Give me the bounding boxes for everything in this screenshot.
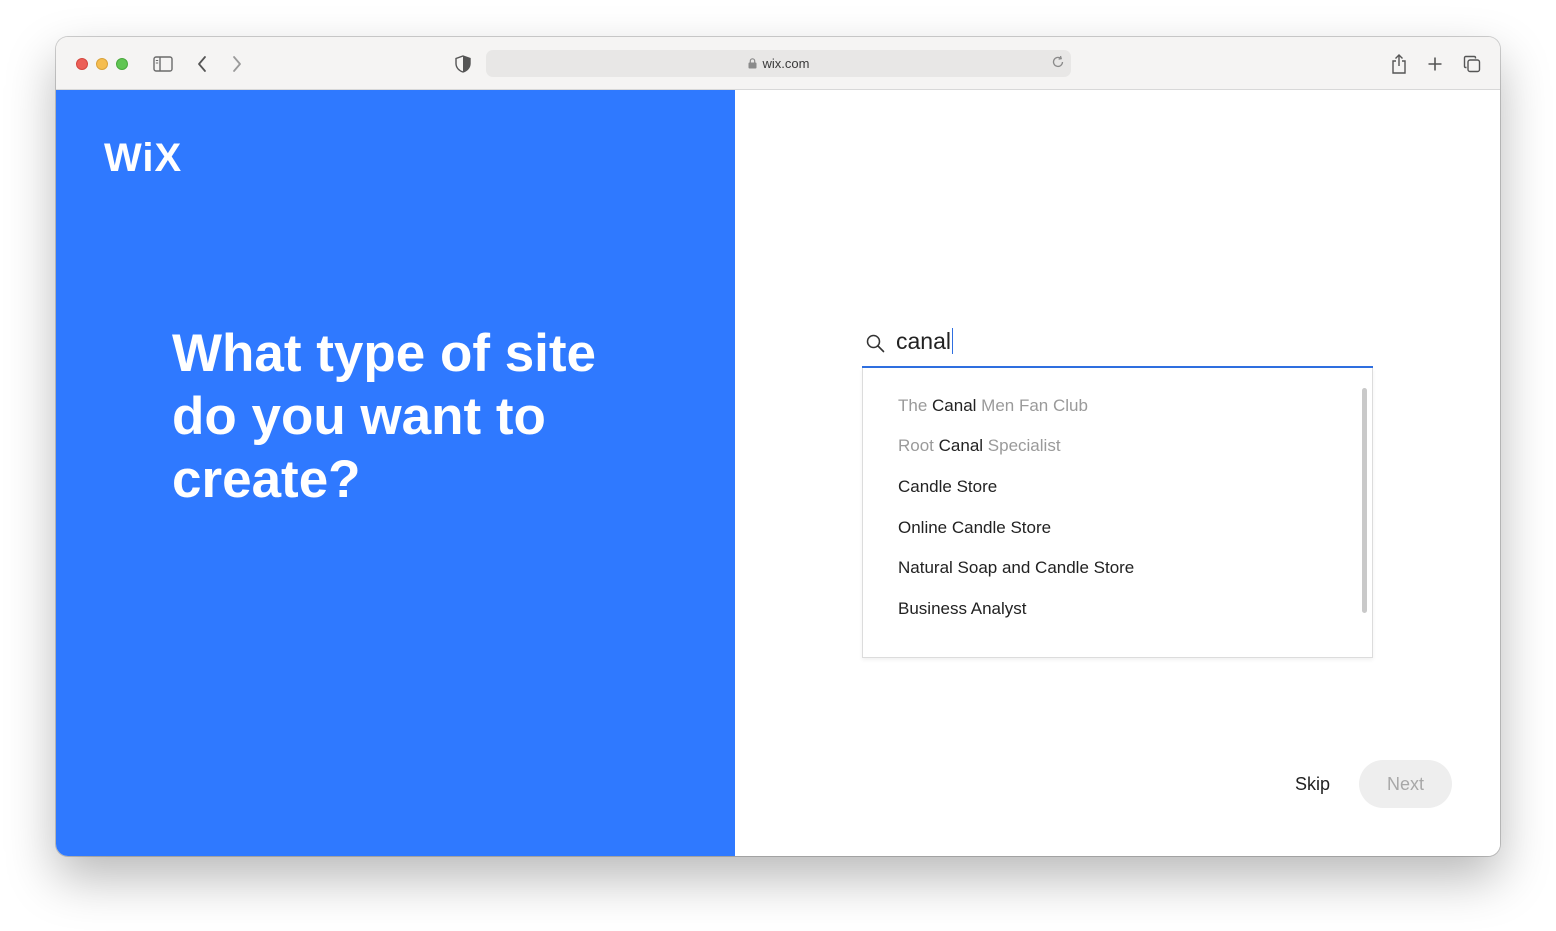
- intro-panel: WiX What type of site do you want to cre…: [56, 90, 735, 856]
- site-type-panel: canal The Canal Men Fan Club Root Canal …: [735, 90, 1500, 856]
- next-button[interactable]: Next: [1359, 760, 1452, 808]
- sidebar-toggle-icon[interactable]: [152, 53, 174, 75]
- tab-overview-icon[interactable]: [1461, 53, 1483, 75]
- wix-logo: WiX: [104, 136, 183, 180]
- back-icon[interactable]: [191, 53, 213, 75]
- address-bar[interactable]: wix.com: [486, 50, 1071, 77]
- lock-icon: [748, 57, 757, 72]
- zoom-window-button[interactable]: [116, 58, 128, 70]
- text-caret: [951, 328, 954, 354]
- suggestion-item[interactable]: Business Analyst: [898, 599, 1027, 619]
- privacy-shield-icon[interactable]: [452, 53, 474, 75]
- page-headline: What type of site do you want to create?: [172, 324, 597, 509]
- address-url: wix.com: [762, 56, 810, 71]
- browser-window: wix.com WiX What type of site do you wan…: [56, 37, 1500, 856]
- close-window-button[interactable]: [76, 58, 88, 70]
- skip-button[interactable]: Skip: [1295, 774, 1330, 795]
- search-icon: [866, 334, 885, 358]
- suggestion-item[interactable]: Candle Store: [898, 477, 997, 497]
- suggestion-item[interactable]: Natural Soap and Candle Store: [898, 558, 1134, 578]
- search-input[interactable]: canal: [896, 328, 954, 355]
- browser-toolbar: wix.com: [56, 37, 1500, 90]
- suggestions-dropdown: The Canal Men Fan Club Root Canal Specia…: [862, 368, 1373, 658]
- reload-icon[interactable]: [1051, 55, 1065, 74]
- site-type-search[interactable]: canal: [862, 322, 1373, 368]
- share-icon[interactable]: [1388, 53, 1410, 75]
- suggestion-item[interactable]: Online Candle Store: [898, 518, 1051, 538]
- dropdown-scrollbar[interactable]: [1362, 388, 1367, 613]
- suggestion-item[interactable]: The Canal Men Fan Club: [898, 396, 1088, 416]
- minimize-window-button[interactable]: [96, 58, 108, 70]
- new-tab-icon[interactable]: [1424, 53, 1446, 75]
- forward-icon[interactable]: [226, 53, 248, 75]
- suggestion-item[interactable]: Root Canal Specialist: [898, 436, 1061, 456]
